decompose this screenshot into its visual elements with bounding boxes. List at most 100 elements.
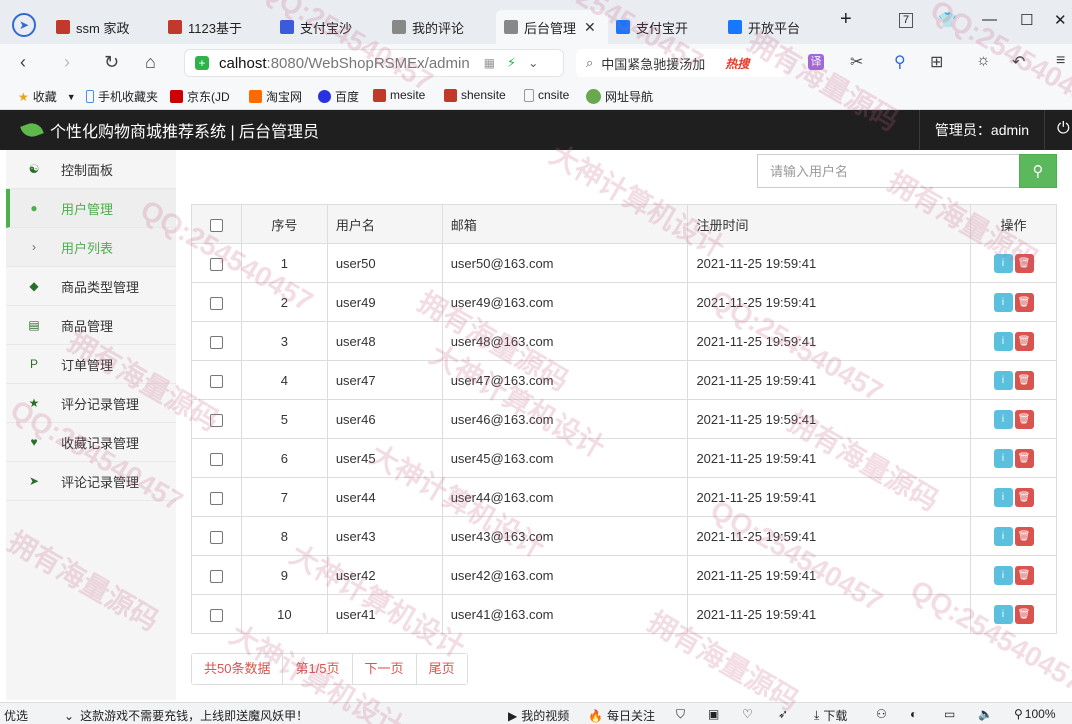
delete-button[interactable]: 🗑 xyxy=(1014,292,1034,312)
sidebar-item-7[interactable]: ★ 评分记录管理 xyxy=(6,384,176,423)
delete-button[interactable]: 🗑 xyxy=(1014,526,1034,546)
translate-icon[interactable]: 译 xyxy=(808,54,824,70)
new-tab-button[interactable]: + xyxy=(840,8,852,31)
sidebar-item-3[interactable]: › 用户列表 xyxy=(6,228,176,267)
status-download[interactable]: ⤓ 下载 xyxy=(814,707,847,724)
sidebar-item-9[interactable]: ➤ 评论记录管理 xyxy=(6,462,176,501)
status-zoom[interactable]: ⚲ 100% xyxy=(1014,707,1056,721)
browser-search-box[interactable]: ⌕ 中国紧急驰援汤加 热搜 xyxy=(576,49,786,77)
status-recommend[interactable]: 优选 xyxy=(4,707,28,724)
row-checkbox[interactable] xyxy=(209,569,223,583)
sidebar-item-6[interactable]: P 订单管理 xyxy=(6,345,176,384)
admin-user-menu[interactable]: 管理员：admin xyxy=(919,110,1045,150)
row-checkbox[interactable] xyxy=(209,335,223,349)
edge-icon[interactable]: ◐ xyxy=(910,707,917,721)
sidebar-item-4[interactable]: ◆ 商品类型管理 xyxy=(6,267,176,306)
search-button[interactable]: ⚲ xyxy=(1019,154,1057,188)
apps-grid-icon[interactable]: ⊞ xyxy=(930,52,943,72)
tab-1[interactable]: ssm 家政 xyxy=(48,10,152,44)
bookmark-jd[interactable]: 京东(JD xyxy=(170,88,230,105)
delete-button[interactable]: 🗑 xyxy=(1014,604,1034,624)
info-button[interactable]: i xyxy=(993,448,1013,468)
close-window-icon[interactable]: ✕ xyxy=(1054,11,1067,29)
status-my-video[interactable]: ▶ 我的视频 xyxy=(508,707,569,724)
delete-button[interactable]: 🗑 xyxy=(1014,331,1034,351)
bookmark-shensite[interactable]: shensite xyxy=(444,88,506,102)
status-daily[interactable]: 🔥 每日关注 xyxy=(588,707,655,724)
sidebar-item-8[interactable]: ♥ 收藏记录管理 xyxy=(6,423,176,462)
volume-icon[interactable]: 🔈 xyxy=(978,707,993,721)
rocket-icon[interactable]: ➶ xyxy=(778,707,788,721)
heart-rate-icon[interactable]: ♡ xyxy=(742,707,753,721)
delete-button[interactable]: 🗑 xyxy=(1014,370,1034,390)
tab-3[interactable]: 支付宝沙 xyxy=(272,10,376,44)
sidebar-item-2[interactable]: ● 用户管理 xyxy=(6,189,176,228)
bolt-icon[interactable]: ⚡ xyxy=(507,55,516,71)
row-checkbox[interactable] xyxy=(209,608,223,622)
qr-icon[interactable]: ▦ xyxy=(484,56,495,70)
scissors-icon[interactable]: ✂ xyxy=(850,52,863,72)
info-button[interactable]: i xyxy=(993,526,1013,546)
info-button[interactable]: i xyxy=(993,565,1013,585)
bookmark-mobile[interactable]: 手机收藏夹 xyxy=(86,88,158,105)
brightness-icon[interactable]: ☼ xyxy=(976,52,991,70)
delete-button[interactable]: 🗑 xyxy=(1014,448,1034,468)
tab-5[interactable]: 后台管理 ✕ xyxy=(496,10,608,44)
sidebar-item-1[interactable]: ☯ 控制面板 xyxy=(6,150,176,189)
maximize-icon[interactable]: ☐ xyxy=(1020,11,1033,29)
image-icon[interactable]: ▣ xyxy=(708,707,719,721)
tab-4[interactable]: 我的评论 xyxy=(384,10,488,44)
info-button[interactable]: i xyxy=(993,292,1013,312)
info-button[interactable]: i xyxy=(993,604,1013,624)
info-button[interactable]: i xyxy=(993,409,1013,429)
shield-icon[interactable]: ⛉ xyxy=(676,707,685,722)
pager-next-link[interactable]: 下一页 xyxy=(352,654,417,684)
minimize-icon[interactable]: — xyxy=(982,11,997,28)
bookmark-cnsite[interactable]: cnsite xyxy=(524,88,569,102)
game-icon[interactable]: ⚇ xyxy=(876,707,887,721)
tab-6[interactable]: 支付宝开 xyxy=(608,10,712,44)
pager-last-link[interactable]: 尾页 xyxy=(416,654,467,684)
tab-count-badge[interactable]: 7 xyxy=(899,13,914,28)
row-checkbox[interactable] xyxy=(209,257,223,271)
username-search-input[interactable] xyxy=(757,154,1019,188)
bookmark-taobao[interactable]: 淘宝网 xyxy=(249,88,302,105)
window-icon[interactable]: ▭ xyxy=(944,707,955,721)
delete-button[interactable]: 🗑 xyxy=(1014,409,1034,429)
undo-icon[interactable]: ↶ xyxy=(1012,52,1025,72)
chevron-down-icon[interactable]: ⌄ xyxy=(528,56,538,70)
browser-logo-icon[interactable]: ➤ xyxy=(12,13,36,37)
info-button[interactable]: i xyxy=(993,253,1013,273)
bookmark-baidu[interactable]: 百度 xyxy=(318,88,359,105)
power-icon[interactable]: ⏻ xyxy=(1057,120,1070,138)
delete-button[interactable]: 🗑 xyxy=(1014,487,1034,507)
home-icon[interactable]: ⌂ xyxy=(145,52,156,73)
tab-close-icon[interactable]: ✕ xyxy=(584,19,596,36)
bookmark-favorites[interactable]: ★ 收藏 ▼ xyxy=(18,88,76,105)
back-icon[interactable]: ‹ xyxy=(20,52,26,73)
info-button[interactable]: i xyxy=(993,331,1013,351)
bookmark-mesite[interactable]: mesite xyxy=(373,88,425,102)
reload-icon[interactable]: ↻ xyxy=(104,52,119,73)
tab-7[interactable]: 开放平台 xyxy=(720,10,824,44)
shirt-icon[interactable]: 👕 xyxy=(938,11,957,29)
row-checkbox[interactable] xyxy=(209,296,223,310)
url-bar[interactable]: + calhost:8080/WebShopRSMEx/admin ▦ ⚡ ⌄ xyxy=(184,49,564,77)
delete-button[interactable]: 🗑 xyxy=(1014,565,1034,585)
forward-icon[interactable]: › xyxy=(64,52,70,73)
delete-button[interactable]: 🗑 xyxy=(1014,253,1034,273)
sidebar-item-5[interactable]: ▤ 商品管理 xyxy=(6,306,176,345)
info-button[interactable]: i xyxy=(993,370,1013,390)
select-all-checkbox[interactable] xyxy=(209,218,223,232)
row-checkbox[interactable] xyxy=(209,452,223,466)
info-button[interactable]: i xyxy=(993,487,1013,507)
hot-search-badge[interactable]: 热搜 xyxy=(725,55,749,72)
magnifier-icon[interactable]: ⚲ xyxy=(894,52,906,72)
bookmark-nav[interactable]: 网址导航 xyxy=(586,88,653,105)
status-ad[interactable]: ⌄ 这款游戏不需要充钱，上线即送魔风妖甲！ xyxy=(64,707,308,724)
row-checkbox[interactable] xyxy=(209,530,223,544)
row-checkbox[interactable] xyxy=(209,374,223,388)
row-checkbox[interactable] xyxy=(209,491,223,505)
row-checkbox[interactable] xyxy=(209,413,223,427)
menu-icon[interactable]: ≡ xyxy=(1056,52,1065,70)
